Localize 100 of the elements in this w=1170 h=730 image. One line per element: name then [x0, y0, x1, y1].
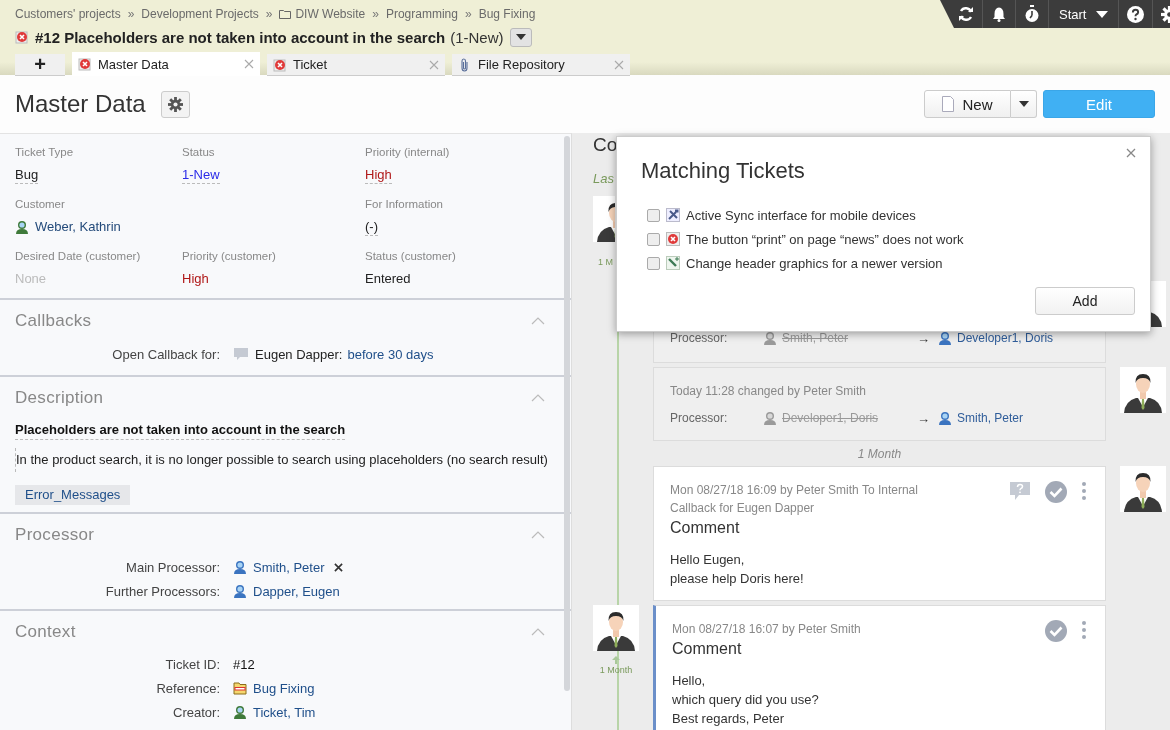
close-icon[interactable] — [429, 59, 439, 70]
field-value[interactable]: (-) — [365, 218, 378, 236]
new-button[interactable]: New — [924, 90, 1011, 118]
settings-button[interactable] — [160, 90, 190, 118]
field-value[interactable]: High — [365, 166, 392, 184]
row-value[interactable]: Bug Fixing — [253, 680, 315, 696]
breadcrumb-separator: » — [265, 7, 273, 21]
check-icon[interactable] — [1045, 620, 1067, 642]
comment-title: Comment — [672, 639, 743, 659]
speech-bubble-icon — [233, 347, 249, 361]
breadcrumb-link[interactable]: Bug Fixing — [478, 7, 536, 21]
chevron-icon[interactable] — [531, 531, 545, 539]
breadcrumb-separator: » — [464, 7, 472, 21]
tools-icon — [666, 208, 680, 222]
arrow: → — [917, 410, 930, 426]
entry-meta: Today 11:28 changed by Peter Smith — [670, 383, 867, 400]
tab[interactable]: Ticket — [267, 54, 445, 76]
folder-icon — [233, 681, 247, 695]
time-divider: 1 Month — [856, 446, 903, 462]
new-value[interactable]: Smith, Peter — [957, 411, 1024, 425]
section-title: Context — [15, 622, 76, 642]
ticket-link[interactable]: Active Sync interface for mobile devices — [686, 207, 916, 223]
person-icon — [15, 220, 29, 234]
chevron-icon[interactable] — [531, 628, 545, 636]
more-icon[interactable] — [1081, 620, 1087, 640]
dropdown-button[interactable] — [510, 27, 533, 47]
speech-bubble-icon[interactable] — [1009, 481, 1031, 501]
breadcrumb-link[interactable]: Development Projects — [141, 7, 259, 21]
arrow-up-icon — [611, 655, 621, 665]
age-label: 1 M — [598, 257, 613, 267]
comment-text: which query did you use? — [672, 691, 820, 709]
field-value: Weber, Kathrin — [35, 218, 121, 236]
checkbox[interactable] — [647, 208, 660, 222]
callback-label: Open Callback for: — [111, 346, 220, 362]
age-label: 1 Month — [599, 665, 633, 675]
chevron-icon[interactable] — [531, 394, 545, 402]
row-value[interactable]: Smith, Peter — [253, 559, 325, 575]
comment-text: please help Doris here! — [670, 570, 805, 588]
person-icon — [763, 411, 777, 425]
change-label: Processor: — [670, 331, 729, 345]
checkbox[interactable] — [647, 256, 660, 270]
caret-icon — [1018, 101, 1029, 107]
field-value: None — [15, 270, 47, 288]
change-label: Processor: — [670, 411, 729, 425]
entry-meta: Mon 08/27/18 16:07 by Peter Smith — [672, 621, 861, 638]
remove-icon[interactable] — [333, 562, 343, 572]
row-value[interactable]: Dapper, Eugen — [253, 583, 340, 599]
check-icon[interactable] — [1045, 481, 1067, 503]
ticket-title: #12 Placeholders are not taken into account in the search — [35, 28, 446, 46]
row-value[interactable]: Ticket, Tim — [253, 704, 316, 720]
field-value: High — [182, 270, 209, 288]
ticket-link[interactable]: The button “print” on page “news” does not work — [686, 231, 964, 247]
field-label: Ticket Type — [15, 145, 75, 160]
page-icon — [942, 96, 955, 112]
row-label: Reference: — [155, 680, 220, 696]
scrollbar[interactable] — [564, 136, 570, 691]
new-value[interactable]: Developer1, Doris — [957, 331, 1054, 345]
more-icon[interactable] — [1081, 481, 1087, 501]
section-title: Description — [15, 388, 104, 408]
breadcrumb-link[interactable]: DIW Website — [279, 7, 366, 21]
close-icon[interactable] — [244, 59, 254, 69]
close-icon[interactable] — [1126, 148, 1136, 158]
breadcrumb-link[interactable]: Programming — [385, 7, 458, 21]
section-title: Callbacks — [15, 311, 92, 331]
field-value: Entered — [365, 270, 411, 288]
pencil-icon — [666, 256, 680, 270]
field-label: Priority (customer) — [182, 249, 277, 264]
avatar — [593, 605, 639, 651]
tab[interactable]: File Repository — [452, 54, 630, 76]
last-change-text: Las — [593, 171, 614, 187]
bug-ticket-icon — [15, 30, 29, 44]
section-title: Processor — [15, 525, 95, 545]
field-label: Status — [182, 145, 216, 160]
tab[interactable]: Master Data — [72, 52, 260, 76]
caret-icon — [516, 34, 527, 40]
old-value: Developer1, Doris — [782, 411, 880, 425]
chevron-icon[interactable] — [531, 317, 545, 325]
checkbox[interactable] — [647, 232, 660, 246]
field-value[interactable]: 1-New — [182, 166, 220, 184]
comment-title: Comment — [670, 518, 741, 538]
breadcrumb-link[interactable]: Customers' projects — [15, 7, 121, 21]
field-value[interactable]: Bug — [15, 166, 39, 184]
tab[interactable]: + — [15, 54, 65, 76]
comment-text: Hello, — [672, 672, 707, 690]
close-icon[interactable] — [614, 59, 624, 70]
row-label: Creator: — [172, 704, 220, 720]
callback-due: before 30 days — [347, 346, 434, 362]
field-label: For Information — [365, 197, 444, 212]
dropdown-button[interactable] — [1011, 90, 1037, 118]
add-button[interactable]: Add — [1035, 287, 1135, 315]
row-label: Further Processors: — [104, 583, 220, 599]
field-label: Status (customer) — [365, 249, 457, 264]
dialog-title: Matching Tickets — [641, 159, 806, 183]
callback-note: Callback for Eugen Dapper — [670, 500, 816, 517]
person-icon — [233, 705, 247, 719]
section-title: Co — [593, 133, 618, 157]
start-menu-button[interactable]: Start — [1048, 0, 1119, 28]
entry-meta: Mon 08/27/18 16:09 by Peter Smith To Internal — [670, 482, 918, 499]
description-title: Placeholders are not taken into account in the search — [15, 421, 346, 440]
ticket-link[interactable]: Change header graphics for a newer version — [686, 255, 943, 271]
